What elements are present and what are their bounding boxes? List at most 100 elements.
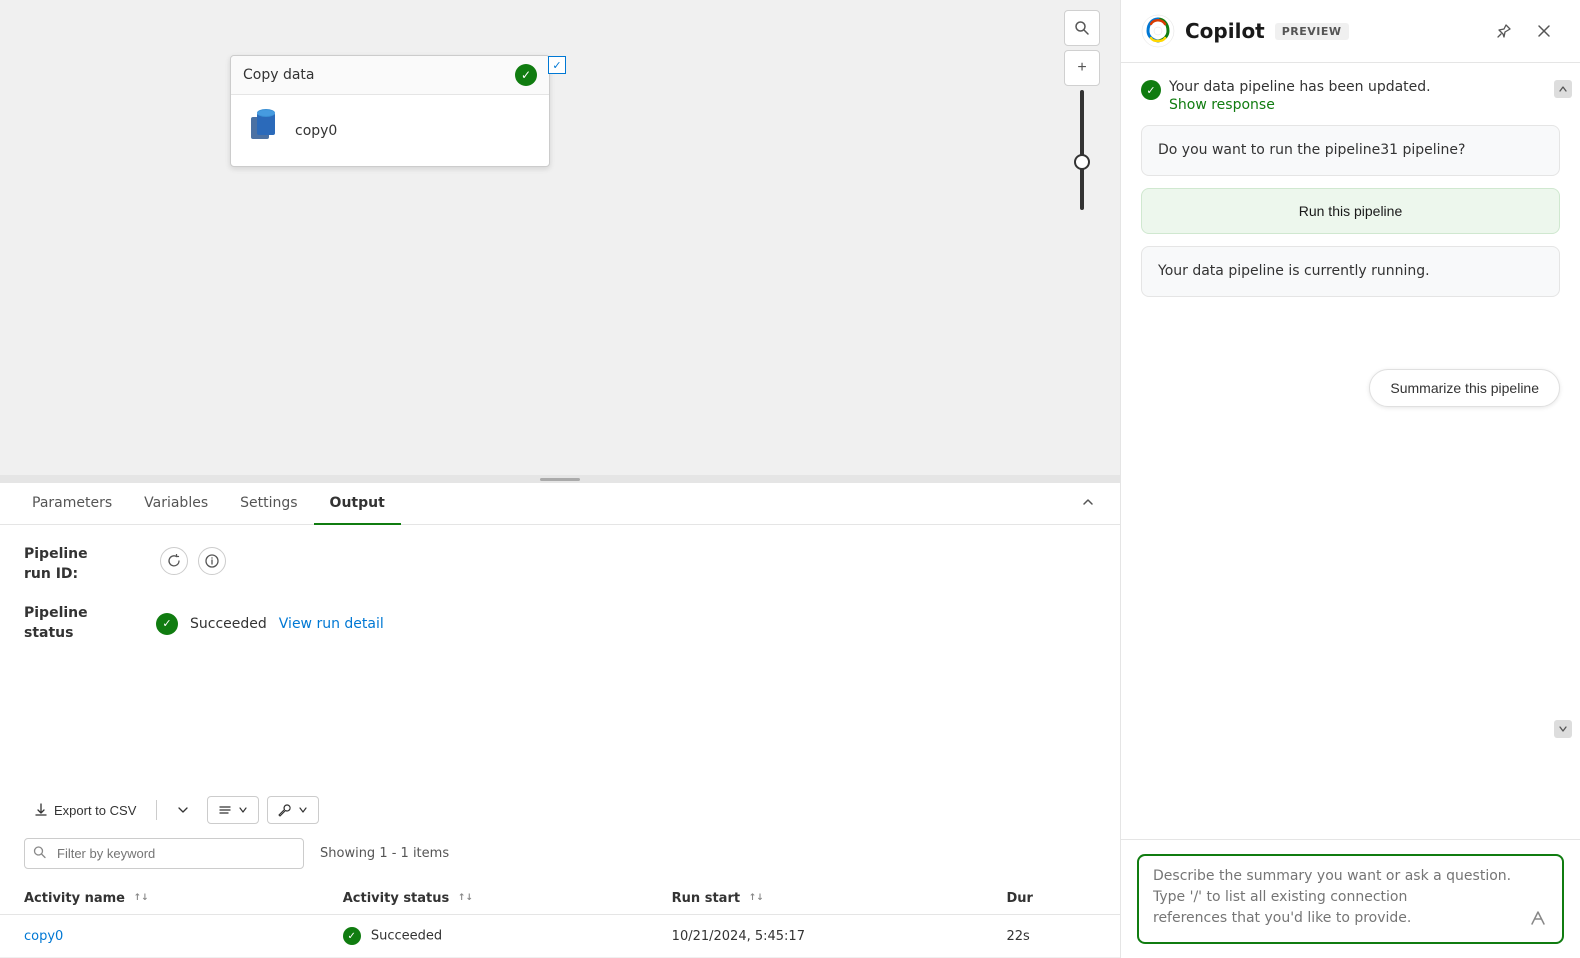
update-icon: ✓ bbox=[1141, 80, 1161, 100]
filter-input-wrap bbox=[24, 838, 304, 869]
status-text: Succeeded bbox=[190, 616, 267, 632]
col-run-start: Run start ↑↓ bbox=[648, 883, 983, 915]
sort-icon-activity[interactable]: ↑↓ bbox=[134, 894, 149, 903]
canvas-area: Copy data ✓ copy0 ✓ bbox=[0, 0, 1120, 475]
tab-output[interactable]: Output bbox=[314, 483, 401, 525]
download-icon bbox=[34, 803, 48, 817]
cell-duration: 22s bbox=[982, 915, 1120, 958]
sort-icon-runstart[interactable]: ↑↓ bbox=[749, 894, 764, 903]
activity-name-link[interactable]: copy0 bbox=[24, 929, 63, 944]
node-success-icon: ✓ bbox=[515, 64, 537, 86]
copilot-input-area bbox=[1121, 839, 1580, 958]
output-content: Pipelinerun ID: bbox=[0, 525, 1120, 796]
node-body: copy0 bbox=[231, 95, 549, 166]
cell-activity-name: copy0 bbox=[0, 915, 319, 958]
table-header-row: Activity name ↑↓ Activity status ↑↓ Run … bbox=[0, 883, 1120, 915]
plus-icon: + bbox=[1077, 59, 1086, 77]
copilot-messages: ✓ Your data pipeline has been updated. S… bbox=[1121, 63, 1580, 839]
canvas-toolbar: + bbox=[1064, 10, 1100, 86]
table-row: copy0 ✓ Succeeded 10/21/2024, 5:45:17 22… bbox=[0, 915, 1120, 958]
export-csv-button[interactable]: Export to CSV bbox=[24, 797, 146, 824]
copilot-input[interactable] bbox=[1153, 866, 1522, 926]
info-icon bbox=[205, 554, 219, 568]
status-success-icon: ✓ bbox=[156, 613, 178, 635]
copilot-header: Copilot PREVIEW bbox=[1121, 0, 1580, 63]
zoom-handle[interactable] bbox=[1074, 154, 1090, 170]
info-run-button[interactable] bbox=[198, 547, 226, 575]
copilot-panel: Copilot PREVIEW bbox=[1120, 0, 1580, 958]
pin-copilot-button[interactable] bbox=[1488, 15, 1520, 47]
wrench-icon bbox=[278, 803, 292, 817]
tools-chevron-icon bbox=[298, 805, 308, 815]
filter-row: Showing 1 - 1 items bbox=[0, 838, 1120, 869]
collapse-output-button[interactable] bbox=[1072, 486, 1104, 522]
filter-search-icon bbox=[33, 845, 46, 862]
show-response-link[interactable]: Show response bbox=[1169, 97, 1431, 113]
export-csv-label: Export to CSV bbox=[54, 803, 136, 818]
message-bot-question: Do you want to run the pipeline31 pipeli… bbox=[1141, 125, 1560, 176]
columns-chevron-icon bbox=[238, 805, 248, 815]
export-dropdown-button[interactable] bbox=[167, 798, 199, 822]
refresh-icon bbox=[167, 554, 181, 568]
tools-button[interactable] bbox=[267, 796, 319, 824]
panel-divider[interactable] bbox=[0, 475, 1120, 483]
pipeline-run-id-label: Pipelinerun ID: bbox=[24, 545, 144, 584]
tab-variables[interactable]: Variables bbox=[128, 483, 224, 525]
chevron-up-small-icon bbox=[1558, 84, 1568, 94]
preview-badge: PREVIEW bbox=[1275, 23, 1349, 40]
refresh-run-button[interactable] bbox=[160, 547, 188, 575]
filter-columns-button[interactable] bbox=[207, 796, 259, 824]
output-tabs: Parameters Variables Settings Output bbox=[0, 483, 1120, 525]
node-checkbox[interactable]: ✓ bbox=[548, 56, 566, 74]
search-icon bbox=[1074, 20, 1090, 36]
copy-data-icon bbox=[247, 109, 283, 152]
export-separator bbox=[156, 800, 157, 820]
col-activity-name: Activity name ↑↓ bbox=[0, 883, 319, 915]
row-status-text: Succeeded bbox=[371, 929, 442, 944]
cell-activity-status: ✓ Succeeded bbox=[319, 915, 648, 958]
tab-settings[interactable]: Settings bbox=[224, 483, 313, 525]
zoom-track bbox=[1080, 90, 1084, 210]
col-duration: Dur bbox=[982, 883, 1120, 915]
add-node-button[interactable]: + bbox=[1064, 50, 1100, 86]
pin-icon bbox=[1496, 23, 1512, 39]
left-panel: Copy data ✓ copy0 ✓ bbox=[0, 0, 1120, 958]
message-running: Your data pipeline is currently running. bbox=[1141, 246, 1560, 297]
pipeline-run-id-row: Pipelinerun ID: bbox=[24, 545, 1096, 584]
pipeline-status-row: Pipelinestatus ✓ Succeeded View run deta… bbox=[24, 604, 1096, 643]
copilot-title: Copilot bbox=[1185, 19, 1265, 43]
pipeline-status-label: Pipelinestatus bbox=[24, 604, 144, 643]
row-success-icon: ✓ bbox=[343, 927, 361, 945]
message-updated: ✓ Your data pipeline has been updated. S… bbox=[1141, 79, 1560, 113]
summarize-pipeline-button[interactable]: Summarize this pipeline bbox=[1369, 369, 1560, 407]
search-canvas-button[interactable] bbox=[1064, 10, 1100, 46]
output-toolbar: Export to CSV bbox=[0, 796, 1120, 824]
output-section: Parameters Variables Settings Output Pi bbox=[0, 483, 1120, 958]
updated-content: Your data pipeline has been updated. Sho… bbox=[1169, 79, 1431, 113]
copy-data-node[interactable]: Copy data ✓ copy0 bbox=[230, 55, 550, 167]
node-header: Copy data ✓ bbox=[231, 56, 549, 95]
run-id-actions bbox=[160, 547, 226, 575]
sort-icon-status[interactable]: ↑↓ bbox=[458, 894, 473, 903]
tab-parameters[interactable]: Parameters bbox=[16, 483, 128, 525]
close-copilot-button[interactable] bbox=[1528, 15, 1560, 47]
close-icon bbox=[1536, 23, 1552, 39]
run-pipeline-button[interactable]: Run this pipeline bbox=[1141, 188, 1560, 234]
filter-keyword-input[interactable] bbox=[24, 838, 304, 869]
chevron-up-icon bbox=[1080, 494, 1096, 510]
send-icon bbox=[1529, 909, 1547, 927]
copilot-logo bbox=[1141, 14, 1175, 48]
scroll-up-button[interactable] bbox=[1554, 80, 1572, 98]
copilot-header-actions bbox=[1488, 15, 1560, 47]
node-title: Copy data bbox=[243, 67, 315, 83]
divider-handle bbox=[540, 478, 580, 481]
scroll-down-button[interactable] bbox=[1554, 720, 1572, 738]
output-table: Activity name ↑↓ Activity status ↑↓ Run … bbox=[0, 883, 1120, 958]
col-activity-status: Activity status ↑↓ bbox=[319, 883, 648, 915]
zoom-slider[interactable] bbox=[1080, 90, 1084, 210]
chevron-down-small-icon bbox=[1558, 724, 1568, 734]
updated-text: Your data pipeline has been updated. bbox=[1169, 79, 1431, 95]
send-button[interactable] bbox=[1524, 904, 1552, 932]
view-run-detail-link[interactable]: View run detail bbox=[279, 616, 384, 632]
columns-icon bbox=[218, 803, 232, 817]
